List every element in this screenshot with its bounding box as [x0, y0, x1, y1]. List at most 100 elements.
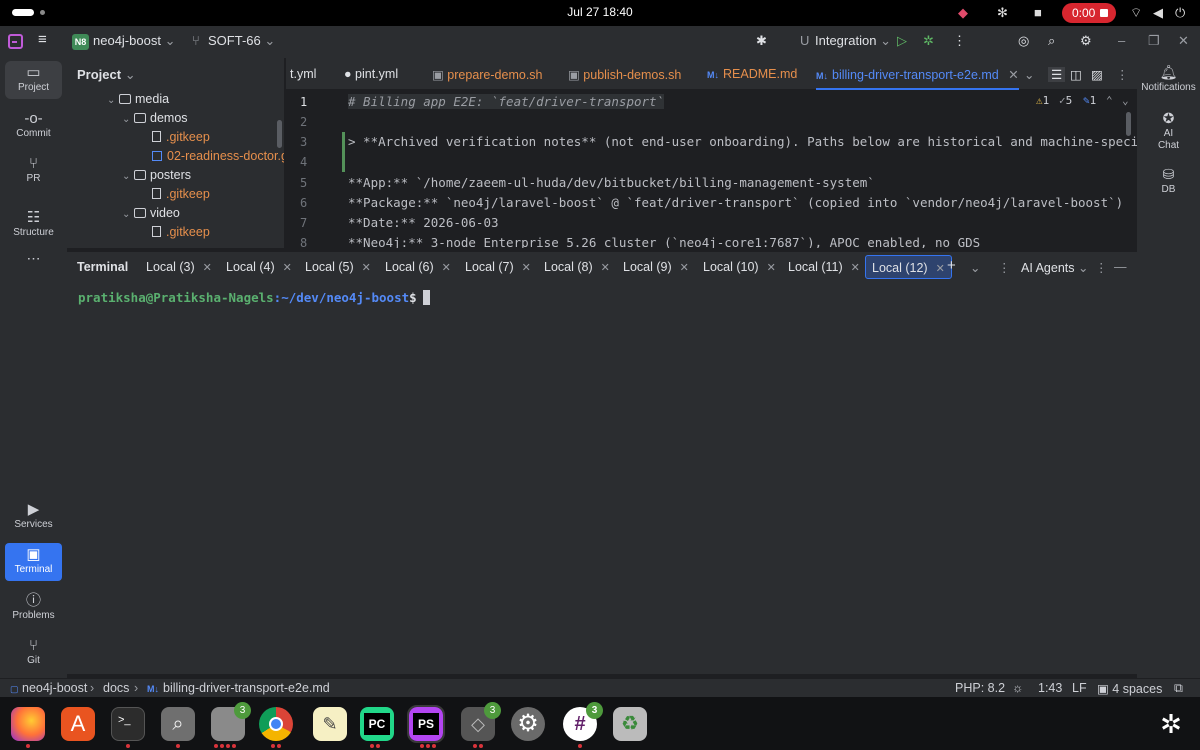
tab-t-yml[interactable]: t.yml [290, 67, 316, 81]
tab-billing-driver-transport[interactable]: M↓ billing-driver-transport-e2e.md ✕ [816, 58, 1019, 90]
tree-item[interactable]: .gitkeep [152, 130, 210, 149]
close-window-icon[interactable]: ✕ [1178, 33, 1189, 49]
settings-app-icon[interactable]: ⚙ [511, 707, 545, 741]
tool-project[interactable]: ▭ Project [5, 61, 62, 99]
extension-icon[interactable]: ✻ [997, 5, 1008, 21]
editor-only-icon[interactable]: ☰ [1048, 67, 1066, 82]
run-config-selector[interactable]: Integration ⌄ [815, 33, 891, 49]
close-tab-icon[interactable]: ✕ [522, 262, 531, 274]
branch-switcher[interactable]: SOFT-66 ⌄ [208, 33, 275, 49]
project-panel-title[interactable]: Project ⌄ [77, 67, 136, 83]
tool-notifications[interactable]: 🔔︎ Notifications [1137, 64, 1200, 93]
files-icon[interactable]: 3 [211, 702, 251, 741]
phpstorm-logo-icon[interactable] [8, 34, 23, 49]
terminal-tab[interactable]: Local (8) ✕ [544, 260, 610, 274]
breadcrumb-project[interactable]: ▢ neo4j-boost [10, 681, 87, 695]
terminal-options-icon[interactable]: ⋮ [1095, 260, 1108, 275]
weak-warning-count[interactable]: ✓5 [1059, 94, 1072, 107]
cube-icon[interactable]: ■ [1034, 5, 1042, 20]
tree-item[interactable]: ⌄ media [107, 92, 169, 111]
editor-scrollbar[interactable] [1126, 112, 1131, 136]
close-tab-icon[interactable]: ✕ [203, 262, 212, 274]
warning-count[interactable]: ⚠1 [1036, 94, 1049, 107]
terminal-tab[interactable]: Local (5) ✕ [305, 260, 371, 274]
app-indicator-icon[interactable]: ◆ [958, 5, 968, 21]
close-tab-icon[interactable]: ✕ [442, 262, 451, 274]
hide-panel-icon[interactable]: — [1114, 260, 1127, 274]
more-actions-icon[interactable]: ⋮ [953, 33, 966, 49]
php-version[interactable]: PHP: 8.2 [955, 681, 1005, 695]
tool-git[interactable]: ⑂ Git [5, 634, 62, 672]
close-tab-icon[interactable]: ✕ [601, 262, 610, 274]
close-tab-icon[interactable]: ✕ [936, 263, 945, 275]
close-tab-icon[interactable]: ✕ [362, 262, 371, 274]
next-highlight-icon[interactable]: ⌄ [1122, 94, 1129, 107]
split-view-icon[interactable]: ◫ [1070, 67, 1082, 82]
typo-count[interactable]: ✎1 [1083, 94, 1096, 107]
line-ending[interactable]: LF [1072, 681, 1087, 695]
restore-icon[interactable]: ❐ [1148, 33, 1160, 49]
terminal-tab[interactable]: Local (7) ✕ [465, 260, 531, 274]
image-viewer-icon[interactable]: ⌕ [161, 707, 195, 741]
power-icon[interactable]: ⏻ [1175, 5, 1185, 21]
code-editor[interactable]: ⚠1 ✓5 ✎1 ⌃ ⌄ 1 2 3 4 5 6 7 8 # Billing a… [286, 90, 1137, 248]
indent-setting[interactable]: ▣ 4 spaces [1097, 681, 1162, 696]
close-tab-icon[interactable]: ✕ [851, 262, 860, 274]
tab-prepare-demo[interactable]: ▣ prepare-demo.sh [432, 67, 543, 82]
ai-agents-dropdown[interactable]: AI Agents ⌄ [1021, 260, 1088, 275]
tab-pint-yml[interactable]: ● pint.yml [344, 67, 398, 81]
run-icon[interactable]: ▷ [897, 33, 907, 49]
ai-assistant-icon[interactable]: ◎ [1018, 33, 1029, 49]
search-icon[interactable]: ⌕ [1048, 33, 1055, 49]
more-tools-icon[interactable]: ⋯ [5, 250, 62, 288]
cursor-position[interactable]: 1:43 [1038, 681, 1062, 695]
software-center-icon[interactable]: A [61, 707, 95, 741]
tool-services[interactable]: ▶ Services [5, 498, 62, 536]
tool-commit[interactable]: -o- Commit [5, 107, 62, 145]
tab-options-chevron-icon[interactable]: ⌄ [970, 260, 980, 275]
firefox-icon[interactable] [11, 707, 45, 741]
clock[interactable]: Jul 27 18:40 [0, 5, 1200, 19]
preview-icon[interactable]: ▨ [1091, 67, 1103, 82]
phpstorm-icon[interactable]: PS [407, 705, 445, 743]
tree-item[interactable]: ⌄ posters [122, 168, 191, 187]
breadcrumb-docs[interactable]: docs [103, 681, 129, 695]
tree-item[interactable]: ⌄ demos [122, 111, 188, 130]
chrome-icon[interactable] [259, 707, 293, 741]
tool-structure[interactable]: ☷ Structure [5, 206, 62, 244]
terminal-tab[interactable]: Local (4) ✕ [226, 260, 292, 274]
wifi-icon[interactable]: ⌔ [1130, 5, 1142, 21]
tab-list-chevron-icon[interactable]: ⌄ [1024, 67, 1034, 82]
close-tab-icon[interactable]: ✕ [283, 262, 292, 274]
show-apps-grid-icon[interactable]: ✲ [1154, 707, 1188, 741]
close-tab-icon[interactable]: ✕ [1008, 68, 1018, 82]
readonly-lock-icon[interactable]: ⧉ [1174, 681, 1183, 696]
tool-pr[interactable]: ⑂ PR [5, 152, 62, 190]
breadcrumb-file[interactable]: M↓ billing-driver-transport-e2e.md [147, 681, 330, 695]
terminal-body[interactable]: pratiksha@Pratiksha-Nagels:~/dev/neo4j-b… [67, 282, 1137, 674]
vcs-change-marker[interactable] [342, 132, 345, 172]
virtualbox-icon[interactable]: ◇ 3 [461, 702, 501, 741]
close-tab-icon[interactable]: ✕ [680, 262, 689, 274]
tab-readme[interactable]: M↓ README.md [707, 67, 797, 81]
terminal-app-icon[interactable]: >_ [111, 707, 145, 741]
main-menu-icon[interactable]: ≡ [38, 31, 47, 48]
tool-terminal[interactable]: ▣ Terminal [5, 543, 62, 581]
tab-publish-demos[interactable]: ▣ publish-demos.sh [568, 67, 681, 82]
terminal-tab[interactable]: Local (10) ✕ [703, 260, 776, 274]
terminal-tab[interactable]: Local (11) ✕ [788, 260, 860, 274]
debug-icon[interactable]: ✲ [923, 33, 934, 49]
tree-item[interactable]: .gitkeep [152, 225, 210, 244]
new-tab-plus-icon[interactable]: + [947, 257, 956, 274]
terminal-tab-active[interactable]: Local (12) ✕ [865, 255, 952, 279]
tree-item[interactable]: 02-readiness-doctor.g [152, 149, 284, 168]
tree-item[interactable]: .gitkeep [152, 187, 210, 206]
inspection-widget-icon[interactable]: ☼ [1012, 681, 1023, 695]
pycharm-icon[interactable]: PC [360, 707, 394, 741]
text-editor-icon[interactable]: ✎ [313, 707, 347, 741]
tool-problems[interactable]: ⓘ Problems [5, 589, 62, 627]
project-switcher[interactable]: neo4j-boost ⌄ [93, 33, 175, 49]
more-terminal-icon[interactable]: ⋮ [998, 260, 1011, 275]
terminal-tab[interactable]: Local (3) ✕ [146, 260, 212, 274]
trash-icon[interactable]: ♻ [613, 707, 647, 741]
